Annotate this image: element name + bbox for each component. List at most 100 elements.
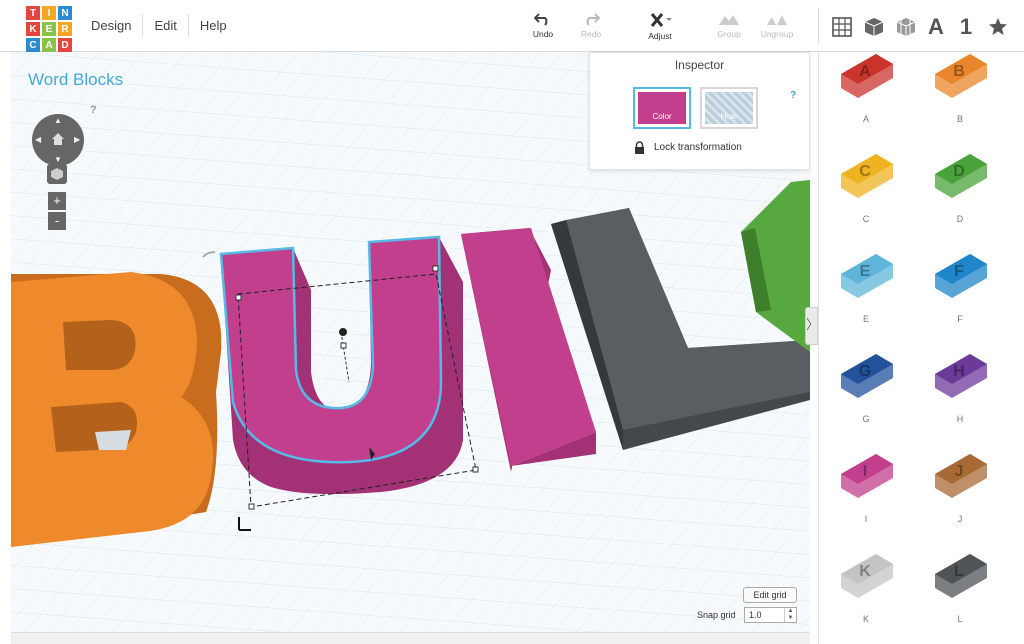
horizontal-scrollbar[interactable] xyxy=(11,632,810,644)
orbit-up-icon[interactable]: ▲ xyxy=(54,116,62,125)
project-title[interactable]: Word Blocks xyxy=(28,70,123,90)
number-tool-button[interactable]: 1 xyxy=(953,14,979,40)
text-tool-button[interactable]: A xyxy=(923,14,949,40)
letter-glyph: B xyxy=(953,63,965,80)
hole-swatch-button[interactable]: Hole xyxy=(700,87,758,129)
letter-shape-label: B xyxy=(956,114,963,124)
ungroup-button[interactable]: Ungroup xyxy=(755,12,799,46)
letter-shape-label: D xyxy=(956,214,964,224)
letter-glyph: J xyxy=(955,463,964,480)
group-label: Group xyxy=(717,29,741,39)
view-cube-icon xyxy=(51,168,63,180)
logo-tile: N xyxy=(58,6,72,20)
letter-glyph: H xyxy=(953,363,965,380)
letter-shape-item[interactable]: GG xyxy=(831,334,901,424)
snap-grid-value: 1.0 xyxy=(749,610,762,620)
letter-shape-label: G xyxy=(862,414,870,424)
letter-glyph: K xyxy=(859,563,871,580)
letter-glyph: A xyxy=(859,63,871,80)
orbit-down-icon[interactable]: ▼ xyxy=(54,155,62,164)
letter-glyph: C xyxy=(859,163,871,180)
ungroup-icon xyxy=(767,15,787,25)
grid-icon xyxy=(832,17,852,37)
letter-shape-label: E xyxy=(862,314,869,324)
menu-help[interactable]: Help xyxy=(189,14,238,37)
edit-grid-button[interactable]: Edit grid xyxy=(743,587,797,603)
letter-glyph: E xyxy=(860,263,871,280)
adjust-button[interactable]: Adjust xyxy=(638,12,682,46)
letter-shape-item[interactable]: FF xyxy=(925,234,995,324)
redo-icon xyxy=(586,13,600,26)
letter-shape-label: F xyxy=(957,314,963,324)
main-menu: Design Edit Help xyxy=(80,14,238,37)
favorites-button[interactable] xyxy=(985,14,1011,40)
letter-shape-label: I xyxy=(864,514,868,524)
logo-tile: I xyxy=(42,6,56,20)
toolbar-divider xyxy=(818,8,819,44)
group-button[interactable]: Group xyxy=(707,12,751,46)
letter-shape-item[interactable]: CC xyxy=(831,134,901,224)
color-label: Color xyxy=(652,112,672,121)
wireframe-view-button[interactable] xyxy=(893,14,919,40)
letter-shape-label: C xyxy=(862,214,870,224)
panel-toggle-button[interactable]: 〉 xyxy=(805,307,819,345)
snap-grid-stepper-icon[interactable]: ▲ ▼ xyxy=(784,608,796,622)
letter-shape-item[interactable]: JJ xyxy=(925,434,995,524)
logo-tile: R xyxy=(58,22,72,36)
solid-view-button[interactable] xyxy=(861,14,887,40)
redo-button[interactable]: Redo xyxy=(569,12,613,46)
letter-block-icon: A xyxy=(841,54,893,98)
letter-shape-item[interactable]: HH xyxy=(925,334,995,424)
letter-shape-item[interactable]: DD xyxy=(925,134,995,224)
letter-shape-label: L xyxy=(957,614,963,624)
color-swatch-button[interactable]: Color xyxy=(633,87,691,129)
letter-block-icon: K xyxy=(841,554,893,598)
lock-transformation-toggle[interactable]: Lock transformation xyxy=(634,141,742,154)
orbit-left-icon[interactable]: ◀ xyxy=(35,135,41,144)
redo-label: Redo xyxy=(580,29,602,39)
letter-block-icon: D xyxy=(935,154,987,198)
home-icon[interactable] xyxy=(50,131,66,147)
letter-shape-item[interactable]: BB xyxy=(925,52,995,124)
undo-button[interactable]: Undo xyxy=(521,12,565,46)
letter-glyph: G xyxy=(859,363,871,380)
top-bar: TINKERCAD Design Edit Help Undo Redo Adj… xyxy=(0,0,1024,52)
letter-shape-item[interactable]: KK xyxy=(831,534,901,624)
lock-icon xyxy=(635,141,644,154)
fit-view-button[interactable] xyxy=(47,164,67,184)
orbit-control[interactable]: ▲ ▼ ◀ ▶ xyxy=(32,114,84,166)
letter-shape-item[interactable]: EE xyxy=(831,234,901,324)
logo-tile: A xyxy=(42,38,56,52)
letter-block-icon: L xyxy=(935,554,987,598)
zoom-out-button[interactable]: - xyxy=(48,212,66,230)
menu-edit[interactable]: Edit xyxy=(143,14,189,37)
letter-glyph: D xyxy=(953,163,965,180)
letter-glyph: F xyxy=(954,263,964,280)
workplane-view-button[interactable] xyxy=(829,14,855,40)
letter-block-icon: G xyxy=(841,354,893,398)
letter-b-shape[interactable] xyxy=(11,272,222,547)
hole-label: Hole xyxy=(720,112,738,121)
logo-tile: K xyxy=(26,22,40,36)
inspector-help-icon[interactable]: ? xyxy=(790,90,796,101)
letter-block-icon: I xyxy=(841,454,893,498)
letter-shape-item[interactable]: II xyxy=(831,434,901,524)
wireframe-cube-icon xyxy=(896,18,916,36)
logo-tile: E xyxy=(42,22,56,36)
menu-design[interactable]: Design xyxy=(80,14,144,37)
letter-shape-label: K xyxy=(862,614,869,624)
orbit-right-icon[interactable]: ▶ xyxy=(74,135,80,144)
letter-shape-item[interactable]: AA xyxy=(831,52,901,124)
tinkercad-logo[interactable]: TIN KER CAD xyxy=(26,6,72,52)
letter-block-icon: J xyxy=(935,454,987,498)
letter-shape-item[interactable]: LL xyxy=(925,534,995,624)
snap-grid-input[interactable]: 1.0 ▲ ▼ xyxy=(744,607,797,623)
star-icon xyxy=(989,18,1007,35)
letter-block-icon: B xyxy=(935,54,987,98)
letter-block-icon: C xyxy=(841,154,893,198)
zoom-in-button[interactable]: + xyxy=(48,192,66,210)
inspector-panel: Inspector Color Hole ? Lock transformati… xyxy=(589,52,810,170)
snap-grid-label: Snap grid xyxy=(697,610,736,620)
help-icon[interactable]: ? xyxy=(90,104,97,116)
letter-glyph: I xyxy=(863,463,867,480)
